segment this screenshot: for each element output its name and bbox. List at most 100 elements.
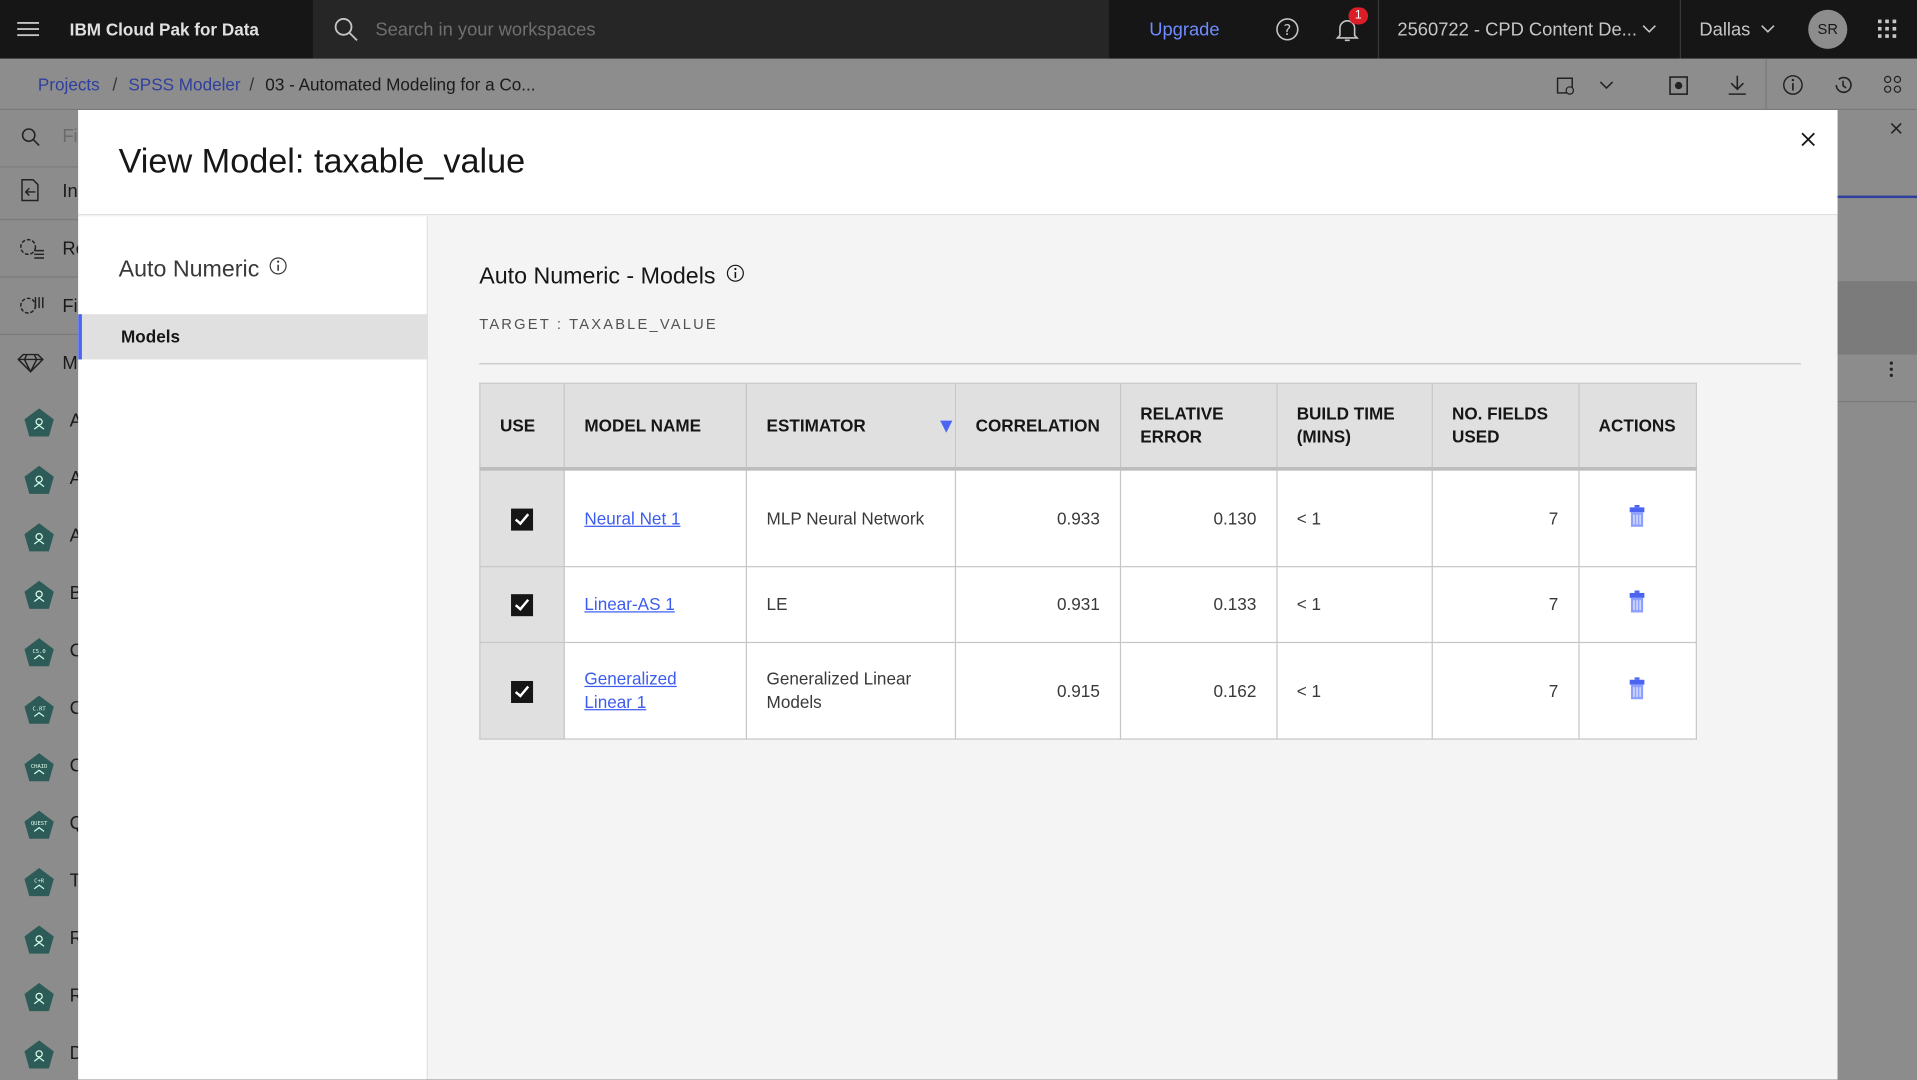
model-link[interactable]: Linear-AS 1: [584, 594, 674, 614]
model-link[interactable]: Generalized Linear 1: [584, 669, 676, 712]
actions-cell: [1577, 641, 1697, 740]
hamburger-menu-icon[interactable]: [17, 20, 40, 40]
svg-text:C5.0: C5.0: [32, 649, 45, 655]
palette-category-label: Fi: [62, 295, 78, 317]
properties-panel-dimmed: [1837, 110, 1917, 1080]
column-header-use: USE: [479, 382, 565, 470]
delete-icon[interactable]: [1629, 590, 1646, 613]
info-icon[interactable]: [726, 264, 744, 282]
build-time-cell: < 1: [1275, 566, 1433, 644]
svg-text:C.RT: C.RT: [32, 706, 46, 712]
use-cell: [479, 468, 565, 568]
column-header-relative-error[interactable]: RELATIVE ERROR: [1119, 382, 1278, 470]
delete-icon[interactable]: [1629, 504, 1646, 527]
run-icon[interactable]: [1668, 75, 1690, 97]
svg-text:?: ?: [1283, 22, 1291, 39]
avatar[interactable]: SR: [1808, 9, 1848, 49]
palette-node[interactable]: A: [0, 509, 82, 566]
palette-category-record-ops[interactable]: Re: [0, 220, 86, 278]
model-node-icon: [24, 982, 54, 1012]
palette-toggle-icon[interactable]: [1883, 75, 1903, 95]
breadcrumb-bar: Projects / SPSS Modeler / 03 - Automated…: [0, 58, 1917, 111]
record-ops-icon: [20, 238, 45, 259]
overflow-menu-icon[interactable]: [1889, 361, 1894, 378]
flow-settings-icon[interactable]: [1556, 76, 1576, 96]
palette-search-input[interactable]: Fi: [62, 126, 77, 147]
top-bar: IBM Cloud Pak for Data Search in your wo…: [0, 0, 1917, 59]
use-cell: [479, 566, 565, 644]
search-input[interactable]: Search in your workspaces: [375, 20, 595, 41]
column-header-fields-used[interactable]: NO. FIELDS USED: [1431, 382, 1580, 470]
section-title-text: Auto Numeric - Models: [479, 264, 716, 290]
model-node-icon: [24, 465, 54, 494]
nav-item-label: Models: [121, 326, 181, 346]
column-header-model-name[interactable]: MODEL NAME: [563, 382, 747, 470]
import-icon: [21, 178, 39, 202]
fields-used-cell: 7: [1431, 468, 1580, 568]
relative-error-cell: 0.133: [1119, 566, 1278, 644]
palette-node[interactable]: A: [0, 394, 82, 451]
column-header-build-time[interactable]: BUILD TIME (MINS): [1275, 382, 1433, 470]
correlation-cell: 0.933: [954, 468, 1121, 568]
info-icon[interactable]: [269, 257, 288, 275]
product-name[interactable]: IBM Cloud Pak for Data: [70, 20, 259, 40]
palette-node[interactable]: CHAID C: [0, 738, 83, 795]
column-header-estimator[interactable]: ESTIMATOR: [745, 382, 957, 470]
region-switcher[interactable]: Dallas: [1699, 20, 1750, 41]
chevron-down-icon[interactable]: [1599, 81, 1614, 91]
build-time-cell: < 1: [1275, 468, 1433, 568]
download-icon[interactable]: [1728, 75, 1748, 97]
use-checkbox[interactable]: [511, 680, 534, 703]
nav-item-models[interactable]: Models: [78, 314, 428, 360]
model-nav-panel: Auto Numeric Models: [78, 216, 428, 1080]
use-checkbox[interactable]: [511, 594, 534, 617]
relative-error-cell: 0.162: [1119, 641, 1278, 740]
model-node-icon: [24, 408, 54, 437]
chevron-down-icon: [1642, 25, 1656, 33]
breadcrumb-projects[interactable]: Projects: [38, 75, 100, 95]
search-bar[interactable]: Search in your workspaces: [312, 0, 1109, 59]
sort-descending-icon[interactable]: [940, 420, 953, 433]
account-switcher[interactable]: 2560722 - CPD Content De...: [1397, 20, 1637, 41]
search-icon: [334, 18, 358, 41]
use-checkbox[interactable]: [511, 508, 534, 531]
palette-node[interactable]: QUEST Q: [0, 796, 84, 853]
palette-search[interactable]: Fi: [0, 110, 79, 168]
close-icon[interactable]: [1796, 127, 1820, 151]
divider: [479, 363, 1801, 365]
palette-category-label: M: [62, 353, 78, 375]
actions-cell: [1577, 468, 1697, 568]
palette-category-field-ops[interactable]: Fi: [0, 278, 79, 335]
palette-node[interactable]: D: [0, 1026, 83, 1080]
target-label: TARGET : TAXABLE_VALUE: [479, 315, 718, 333]
model-node-icon: [24, 580, 54, 609]
palette-node[interactable]: C.RT C: [0, 681, 83, 738]
info-icon[interactable]: [1783, 75, 1804, 96]
correlation-cell: 0.931: [954, 566, 1121, 644]
delete-icon[interactable]: [1629, 676, 1646, 699]
model-link[interactable]: Neural Net 1: [584, 508, 680, 528]
model-name-cell: Generalized Linear 1: [563, 641, 747, 740]
history-icon[interactable]: [1833, 75, 1854, 96]
help-icon[interactable]: ?: [1275, 17, 1299, 41]
close-icon[interactable]: [1890, 122, 1902, 134]
column-header-correlation[interactable]: CORRELATION: [954, 382, 1121, 470]
palette-node[interactable]: C5.0 C: [0, 624, 83, 681]
palette-node[interactable]: B: [0, 566, 82, 623]
breadcrumb-spss-modeler[interactable]: SPSS Modeler: [128, 75, 240, 95]
palette-category-modeling[interactable]: M: [0, 335, 78, 392]
build-time-cell: < 1: [1275, 641, 1433, 740]
palette-node[interactable]: C+R T: [0, 853, 81, 910]
palette-node[interactable]: A: [0, 451, 82, 508]
svg-text:QUEST: QUEST: [31, 821, 48, 827]
model-node-icon: [24, 523, 54, 552]
model-name-cell: Linear-AS 1: [563, 566, 747, 644]
palette-category-import[interactable]: In: [0, 163, 79, 221]
use-cell: [479, 641, 565, 740]
palette-node[interactable]: R: [0, 968, 83, 1025]
upgrade-link[interactable]: Upgrade: [1149, 20, 1219, 41]
dialog-header: View Model: taxable_value: [78, 110, 1838, 216]
palette-node[interactable]: R: [0, 911, 83, 968]
app-switcher-icon[interactable]: [1877, 19, 1898, 40]
column-header-label: ESTIMATOR: [766, 415, 866, 435]
